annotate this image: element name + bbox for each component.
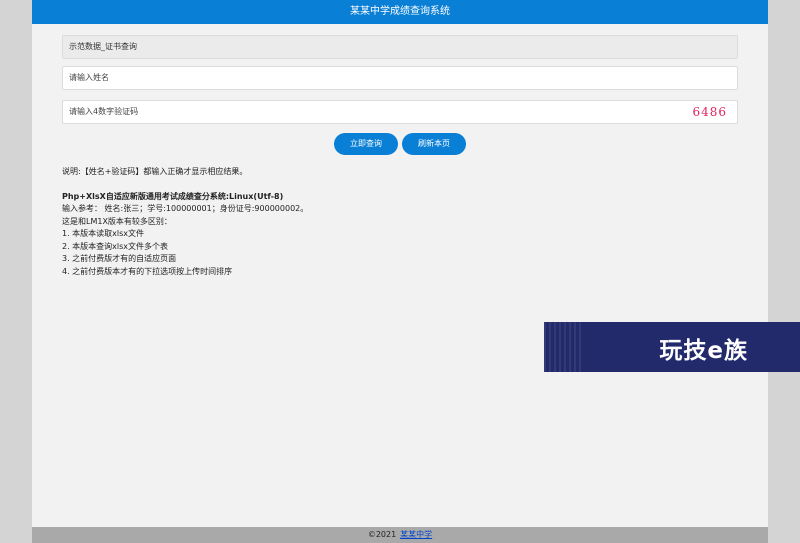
dataset-select[interactable]: 示范数据_证书查询 bbox=[62, 35, 738, 59]
code-field[interactable]: 6486 bbox=[62, 100, 738, 124]
list-item: 3. 之前付费版才有的自适应页面 bbox=[62, 254, 177, 263]
name-input[interactable] bbox=[69, 73, 609, 82]
banner-pattern bbox=[544, 322, 584, 372]
list-item: 1. 本版本读取xlsx文件 bbox=[62, 229, 145, 238]
list-item: 2. 本版本查询xlsx文件多个表 bbox=[62, 241, 169, 251]
footer-link[interactable]: 某某中学 bbox=[400, 530, 432, 539]
list-item: 4. 之前付费版本才有的下拉选项按上传时间排序 bbox=[62, 266, 233, 276]
name-field[interactable] bbox=[62, 66, 738, 90]
diff-text: 这是和LM1X版本有较多区别： bbox=[62, 216, 172, 226]
notes-section: 说明:【姓名+验证码】都输入正确才显示相应结果。 Php+XlsX自适应新版通用… bbox=[62, 166, 662, 278]
code-input[interactable] bbox=[69, 107, 609, 116]
query-button[interactable]: 立即查询 bbox=[334, 133, 398, 155]
sample-text: 输入参考： 姓名:张三；学号:100000001；身份证号:900000002。 bbox=[62, 204, 309, 213]
page-title: 某某中学成绩查询系统 bbox=[32, 0, 768, 24]
hint-text: 说明:【姓名+验证码】都输入正确才显示相应结果。 bbox=[62, 167, 248, 176]
copyright-text: ©2021 bbox=[367, 530, 397, 539]
banner-logo: 玩技e族 bbox=[659, 338, 748, 364]
refresh-button[interactable]: 刷新本页 bbox=[402, 133, 466, 155]
system-heading: Php+XlsX自适应新版通用考试成绩查分系统:Linux(Utf-8) bbox=[62, 191, 284, 201]
watermark-banner: 玩技e族 bbox=[544, 322, 800, 372]
page-container: 某某中学成绩查询系统 示范数据_证书查询 6486 立即查询 刷新本页 说明:【… bbox=[32, 0, 768, 543]
captcha-image[interactable]: 6486 bbox=[692, 105, 727, 119]
footer: ©2021 某某中学 bbox=[32, 527, 768, 543]
